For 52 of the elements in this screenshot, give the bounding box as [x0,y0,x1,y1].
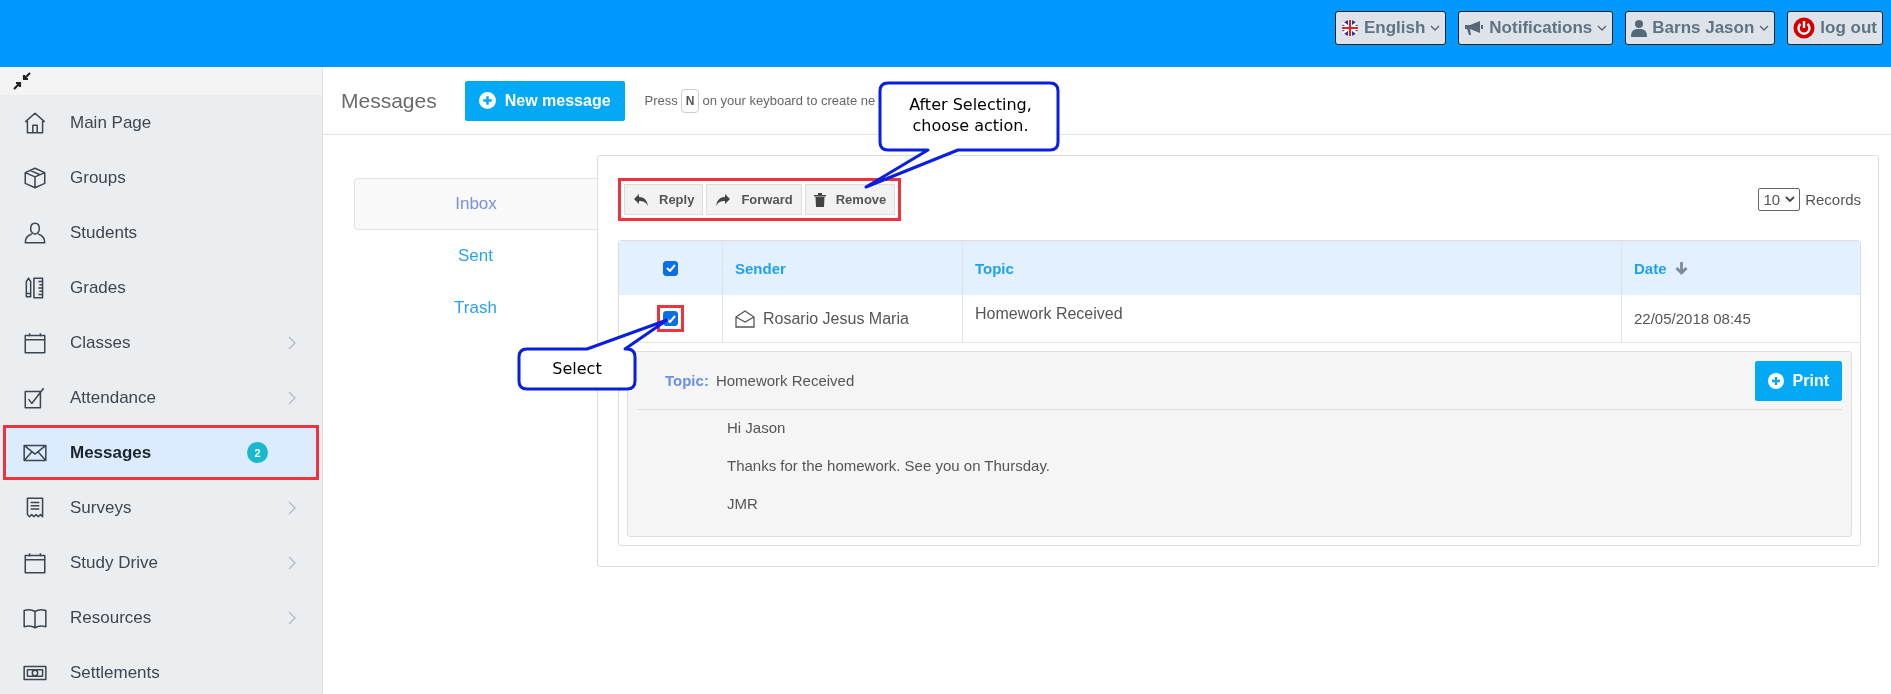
sidebar-item[interactable]: Classes [0,315,322,370]
chevron-down-icon [1785,196,1796,203]
top-bar-button[interactable]: log out [1787,11,1883,45]
records-select[interactable]: 10 [1758,188,1801,211]
records-label: Records [1805,191,1861,208]
sidebar-item[interactable]: Attendance [0,370,322,425]
sidebar-item[interactable]: Students [0,205,322,260]
sidebar-item[interactable]: Surveys [0,480,322,535]
user-icon [1631,19,1648,37]
count-badge: 2 [247,442,268,463]
toolbar-button[interactable]: Forward [706,184,802,215]
power-icon [1793,17,1816,39]
sidebar-item[interactable]: Settlements [0,645,322,694]
trash-icon [813,192,826,207]
sidebar-item[interactable]: Messages 2 [3,425,319,480]
checkmark-icon [665,314,676,323]
sidebar-item[interactable]: Main Page [0,95,322,150]
callout-text: After Selecting, choose action. [908,94,1033,136]
sidebar-item[interactable]: Groups [0,150,322,205]
topic-text: Homework Received [715,372,856,389]
sender-cell: Rosario Jesus Maria [763,309,909,328]
select-all-checkbox[interactable] [663,260,678,276]
callout-text: Select [551,358,603,379]
hint-text: on your keyboard to create ne [702,93,876,108]
flag-icon [1340,19,1359,37]
top-bar-button[interactable]: English [1334,11,1447,45]
plus-circle-icon [1767,372,1784,389]
topic-label: Topic: [665,372,709,389]
megaphone-icon [1464,20,1485,36]
plus-circle-icon [478,92,496,109]
top-bar-button[interactable]: Barns Jason [1625,11,1776,45]
keyboard-key: N [680,88,700,113]
top-bar-button[interactable]: Notifications [1458,11,1614,45]
topic-cell: Homework Received [975,305,1123,323]
page-title: Messages [341,88,437,113]
checkmark-icon [665,264,676,272]
open-envelope-icon [735,309,755,328]
message-line: JMR [727,494,759,514]
row-checkbox[interactable] [663,311,678,326]
toolbar-button[interactable]: Reply [624,184,704,215]
message-line: Thanks for the homework. See you on Thursday. [727,456,1051,476]
sidebar-item[interactable]: Resources [0,590,322,645]
date-cell: 22/05/2018 08:45 [1634,310,1751,327]
sidebar-item[interactable]: Grades [0,260,322,315]
hint-text: Press [644,93,678,108]
forward-arrow-icon [715,192,732,207]
sort-down-icon[interactable] [1674,261,1688,275]
collapse-icon[interactable] [12,71,32,91]
sidebar-item[interactable]: Study Drive [0,535,322,590]
message-line: Hi Jason [727,418,787,438]
toolbar-button[interactable]: Remove [804,184,896,215]
reply-arrow-icon [633,192,649,207]
